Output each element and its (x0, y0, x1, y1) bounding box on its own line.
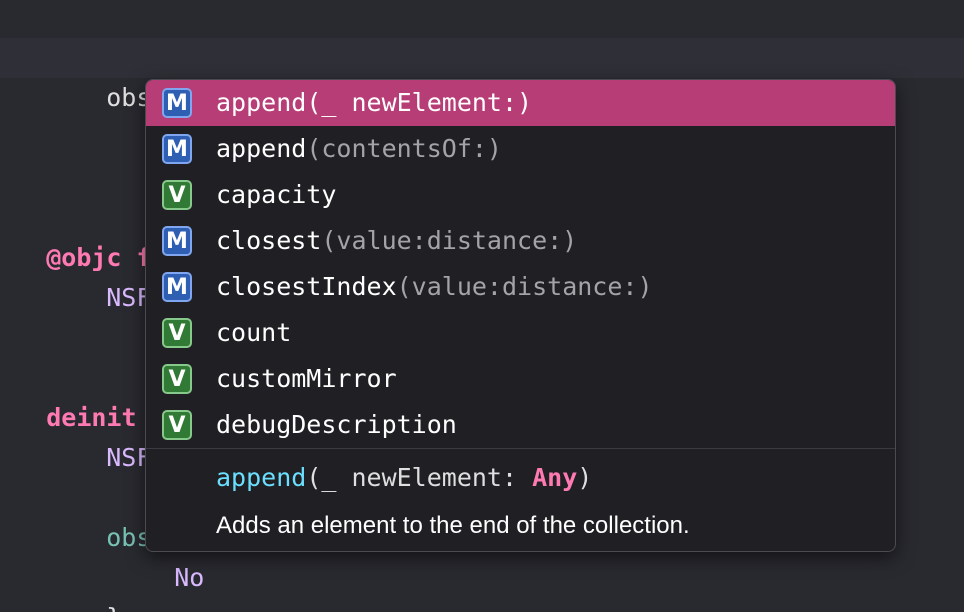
variable-icon: V (162, 180, 192, 210)
signature-function: append (216, 463, 307, 492)
method-icon: M (162, 226, 192, 256)
completion-label: closestIndex(value:distance:) (216, 272, 653, 301)
signature-text: append(_ newElement: Any) (216, 458, 592, 498)
completion-item-capacity[interactable]: V capacity (146, 172, 895, 218)
signature-close: ) (577, 463, 593, 492)
completion-label: capacity (216, 180, 337, 209)
code-text: } (106, 603, 121, 612)
code-type: No (174, 563, 205, 592)
method-icon: M (162, 272, 192, 302)
completion-label: append(_ newElement:) (216, 88, 533, 117)
completion-label: customMirror (216, 364, 397, 393)
variable-icon: V (162, 318, 192, 348)
signature-type: Any (532, 463, 578, 492)
variable-icon: V (162, 410, 192, 440)
completion-list[interactable]: M append(_ newElement:) M append(content… (146, 80, 895, 448)
completion-item-append-contentsof[interactable]: M append(contentsOf:) (146, 126, 895, 172)
variable-icon: V (162, 364, 192, 394)
code-line-deinit[interactable]: deinit { (0, 358, 166, 432)
code-editor[interactable]: observers. @objc func NSFile deinit { NS… (0, 0, 964, 612)
completion-label: count (216, 318, 292, 347)
completion-item-closest[interactable]: M closest(value:distance:) (146, 218, 895, 264)
method-icon: M (162, 88, 192, 118)
completion-item-append-newelement[interactable]: M append(_ newElement:) (146, 80, 895, 126)
completion-label: closest(value:distance:) (216, 226, 578, 255)
code-completion-popup[interactable]: M append(_ newElement:) M append(content… (145, 79, 896, 552)
code-line-observers[interactable]: observers. (46, 38, 257, 112)
completion-label: append(contentsOf:) (216, 134, 502, 163)
signature-params: (_ newElement: (306, 463, 533, 492)
completion-item-custommirror[interactable]: V customMirror (146, 356, 895, 402)
code-line-close-brace[interactable]: } (46, 558, 121, 612)
completion-item-debugdescription[interactable]: V debugDescription (146, 402, 895, 448)
completion-label: debugDescription (216, 410, 457, 439)
completion-item-count[interactable]: V count (146, 310, 895, 356)
method-icon: M (162, 134, 192, 164)
completion-item-closestindex[interactable]: M closestIndex(value:distance:) (146, 264, 895, 310)
documentation-text: Adds an element to the end of the collec… (216, 512, 690, 539)
popup-divider (146, 448, 895, 449)
